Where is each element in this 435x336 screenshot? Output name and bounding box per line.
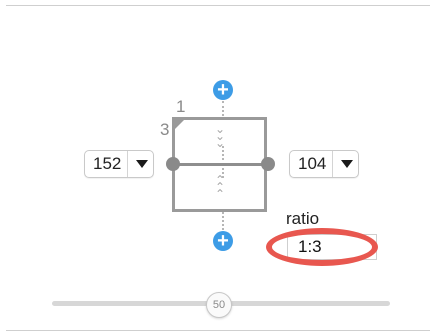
right-size-stepper[interactable]: 104 bbox=[289, 150, 359, 178]
left-size-value[interactable]: 152 bbox=[85, 154, 121, 174]
inner-top-connector bbox=[222, 146, 224, 160]
dropdown-arrow-icon[interactable] bbox=[136, 160, 149, 168]
split-divider[interactable] bbox=[172, 163, 267, 166]
right-size-value[interactable]: 104 bbox=[290, 154, 326, 174]
chevron-double-down-icon: ⌄ ⌄ ⌄ bbox=[214, 122, 226, 150]
add-top-button[interactable]: + bbox=[213, 80, 233, 100]
ratio-label: ratio bbox=[286, 209, 320, 228]
stepper-separator bbox=[127, 151, 129, 177]
add-bottom-button[interactable]: + bbox=[213, 231, 233, 251]
dropdown-arrow-icon[interactable] bbox=[341, 160, 354, 168]
left-size-stepper[interactable]: 152 bbox=[84, 150, 154, 178]
right-divider-handle[interactable] bbox=[261, 157, 275, 171]
side-number-label: 3 bbox=[160, 120, 170, 139]
top-divider bbox=[6, 5, 430, 6]
stepper-separator bbox=[332, 151, 334, 177]
chevron-double-up-icon: ⌃ ⌃ ⌃ bbox=[214, 173, 226, 201]
corner-marker bbox=[172, 117, 187, 132]
top-number-label: 1 bbox=[176, 97, 186, 116]
left-divider-handle[interactable] bbox=[166, 157, 180, 171]
bottom-divider bbox=[6, 330, 430, 331]
top-connector bbox=[222, 101, 224, 116]
bottom-connector bbox=[222, 212, 224, 230]
highlight-annotation bbox=[266, 228, 378, 266]
slider-thumb[interactable]: 50 bbox=[206, 292, 232, 318]
